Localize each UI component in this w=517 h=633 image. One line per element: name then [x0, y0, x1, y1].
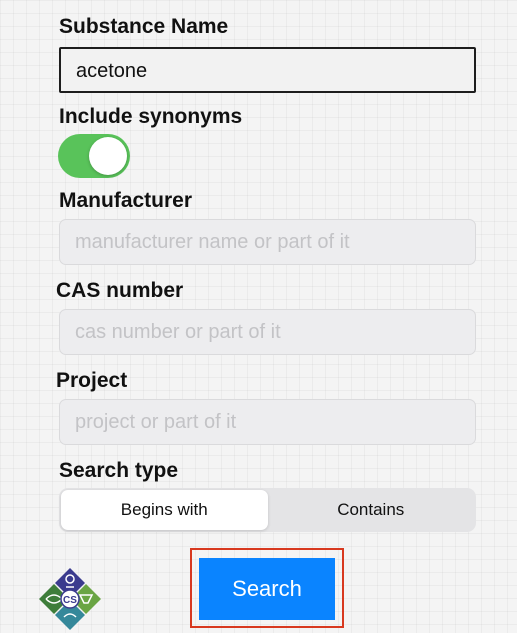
search-form-screen: Substance Name acetone Include synonyms …	[10, 10, 507, 633]
manufacturer-label: Manufacturer	[59, 189, 193, 212]
include-synonyms-label: Include synonyms	[59, 105, 243, 128]
segment-begins-with[interactable]: Begins with	[61, 490, 268, 530]
search-type-label: Search type	[59, 459, 179, 482]
segment-contains[interactable]: Contains	[268, 490, 475, 530]
manufacturer-input[interactable]: manufacturer name or part of it	[59, 219, 476, 265]
toggle-knob	[89, 137, 127, 175]
search-type-segmented-control: Begins with Contains	[59, 488, 476, 532]
substance-name-input[interactable]: acetone	[59, 47, 476, 93]
project-label: Project	[56, 369, 128, 392]
include-synonyms-toggle[interactable]	[58, 134, 130, 178]
cas-number-label: CAS number	[56, 279, 184, 302]
chemical-safety-diamond-logo-icon: CS	[39, 568, 101, 630]
cas-number-input[interactable]: cas number or part of it	[59, 309, 476, 355]
search-button[interactable]: Search	[199, 558, 335, 620]
logo-text: CS	[63, 595, 77, 606]
project-input[interactable]: project or part of it	[59, 399, 476, 445]
substance-name-label: Substance Name	[59, 15, 229, 38]
